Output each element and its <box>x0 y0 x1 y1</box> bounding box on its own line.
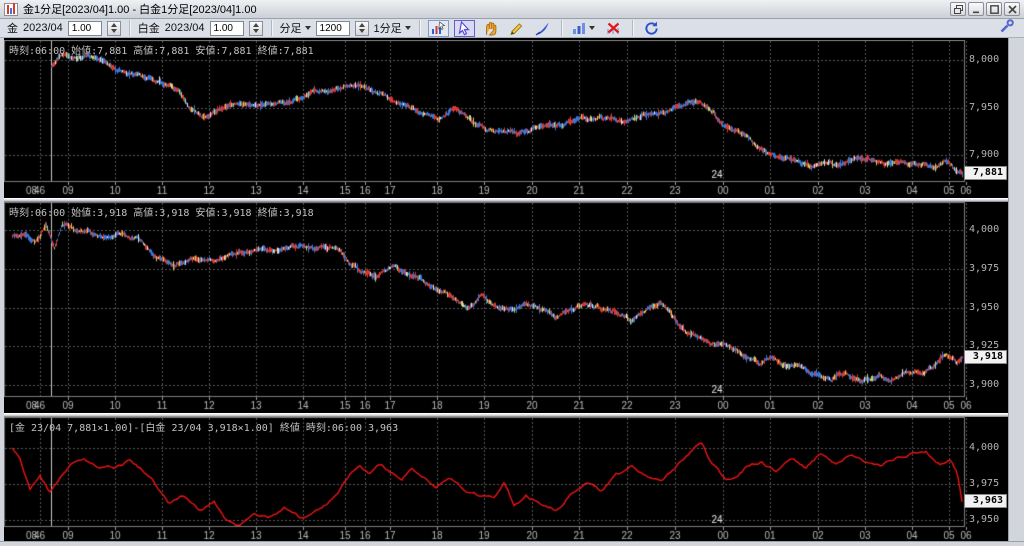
toolbar-separator <box>129 20 130 36</box>
chart-type-dropdown-button[interactable] <box>570 20 598 37</box>
cursor-arrow-icon <box>457 21 472 36</box>
y-axis-label: 3,975 <box>969 478 999 489</box>
gold-ratio-spinner[interactable] <box>107 21 121 36</box>
refresh-button[interactable] <box>641 20 662 37</box>
close-button[interactable] <box>1004 2 1020 16</box>
maximize-button[interactable] <box>986 2 1002 16</box>
quill-brush-icon <box>535 21 550 36</box>
period-label: 1分足 <box>374 20 402 36</box>
toolbar-separator <box>632 20 633 36</box>
float-window-button[interactable] <box>950 2 966 16</box>
y-axis-label: 4,000 <box>969 442 999 453</box>
y-axis-label: 3,900 <box>969 379 999 390</box>
bar-count-spinner[interactable] <box>355 21 369 36</box>
y-axis-label: 3,950 <box>969 302 999 313</box>
platinum-contract-month: 2023/04 <box>165 22 205 34</box>
gold-contract-month: 2023/04 <box>23 22 63 34</box>
pane-splitter[interactable] <box>4 198 1008 202</box>
y-axis-label: 3,950 <box>969 514 999 525</box>
bar-count-input[interactable] <box>316 21 350 36</box>
select-tool-button[interactable] <box>454 20 475 37</box>
last-price-box-gold: 7,881 <box>964 166 1007 180</box>
last-price-box-spread: 3,963 <box>964 494 1007 508</box>
bar-type-dropdown[interactable]: 分足 <box>280 20 311 36</box>
close-icon <box>1008 5 1017 14</box>
toolbar-separator <box>419 20 420 36</box>
chart-cursor-icon <box>431 21 446 35</box>
delete-chart-button[interactable] <box>603 20 624 37</box>
window-controls <box>950 2 1020 16</box>
pane-header-platinum: 時刻:06:00 始値:3,918 高値:3,918 安値:3,918 終値:3… <box>9 204 314 219</box>
bar-chart-icon <box>572 21 586 35</box>
pane-header-gold: 時刻:06:00 始値:7,881 高値:7,881 安値:7,881 終値:7… <box>9 42 314 57</box>
pan-tool-button[interactable] <box>480 20 501 37</box>
bar-type-label: 分足 <box>280 20 302 36</box>
platinum-ratio-input[interactable] <box>210 21 244 36</box>
spin-up-icon <box>253 23 259 27</box>
spin-up-icon <box>111 23 117 27</box>
chevron-down-icon <box>305 26 311 30</box>
window-right-border <box>1008 38 1024 546</box>
pane-splitter[interactable] <box>4 413 1008 417</box>
refresh-icon <box>644 21 659 36</box>
hand-icon <box>483 21 498 36</box>
brush-draw-tool-button[interactable] <box>532 20 553 37</box>
spin-down-icon <box>253 29 259 33</box>
y-axis-label: 4,000 <box>969 224 999 235</box>
spin-down-icon <box>359 29 365 33</box>
chart-cursor-tool-button[interactable] <box>428 20 449 37</box>
spread-line-chart[interactable] <box>4 417 1008 541</box>
candlestick-window-icon <box>4 3 18 16</box>
pencil-draw-tool-button[interactable] <box>506 20 527 37</box>
y-axis-label: 7,950 <box>969 102 999 113</box>
pencil-icon <box>509 21 524 36</box>
spin-up-icon <box>359 23 365 27</box>
gold-candlestick-chart[interactable] <box>4 40 1008 198</box>
settings-wrench-icon[interactable] <box>1000 19 1014 38</box>
platinum-ratio-spinner[interactable] <box>249 21 263 36</box>
last-price-box-platinum: 3,918 <box>964 350 1007 364</box>
chart-window: 金1分足[2023/04]1.00 - 白金1分足[2023/04]1.00 金… <box>0 0 1024 546</box>
platinum-candlestick-chart[interactable] <box>4 202 1008 413</box>
minimize-icon <box>972 5 981 14</box>
period-dropdown[interactable]: 1分足 <box>374 20 411 36</box>
maximize-icon <box>990 5 999 14</box>
toolbar-separator <box>271 20 272 36</box>
restore-icon <box>954 5 963 14</box>
spin-down-icon <box>111 29 117 33</box>
y-axis-label: 8,000 <box>969 54 999 65</box>
y-axis-label: 3,975 <box>969 263 999 274</box>
gold-symbol-label: 金 <box>7 20 18 36</box>
window-bottom-border <box>0 541 1024 546</box>
pane-header-spread: [金 23/04 7,881×1.00]-[白金 23/04 3,918×1.0… <box>9 419 398 434</box>
chevron-down-icon <box>405 26 411 30</box>
delete-red-x-icon <box>606 21 621 35</box>
toolbar-separator <box>561 20 562 36</box>
y-axis-label: 3,925 <box>969 340 999 351</box>
window-title: 金1分足[2023/04]1.00 - 白金1分足[2023/04]1.00 <box>23 1 257 17</box>
y-axis-label: 7,900 <box>969 149 999 160</box>
title-bar: 金1分足[2023/04]1.00 - 白金1分足[2023/04]1.00 <box>0 0 1024 19</box>
minimize-button[interactable] <box>968 2 984 16</box>
platinum-symbol-label: 白金 <box>138 20 160 36</box>
chevron-down-icon <box>589 26 595 30</box>
toolbar: 金 2023/04 白金 2023/04 分足 1分足 <box>0 19 1024 38</box>
gold-ratio-input[interactable] <box>68 21 102 36</box>
